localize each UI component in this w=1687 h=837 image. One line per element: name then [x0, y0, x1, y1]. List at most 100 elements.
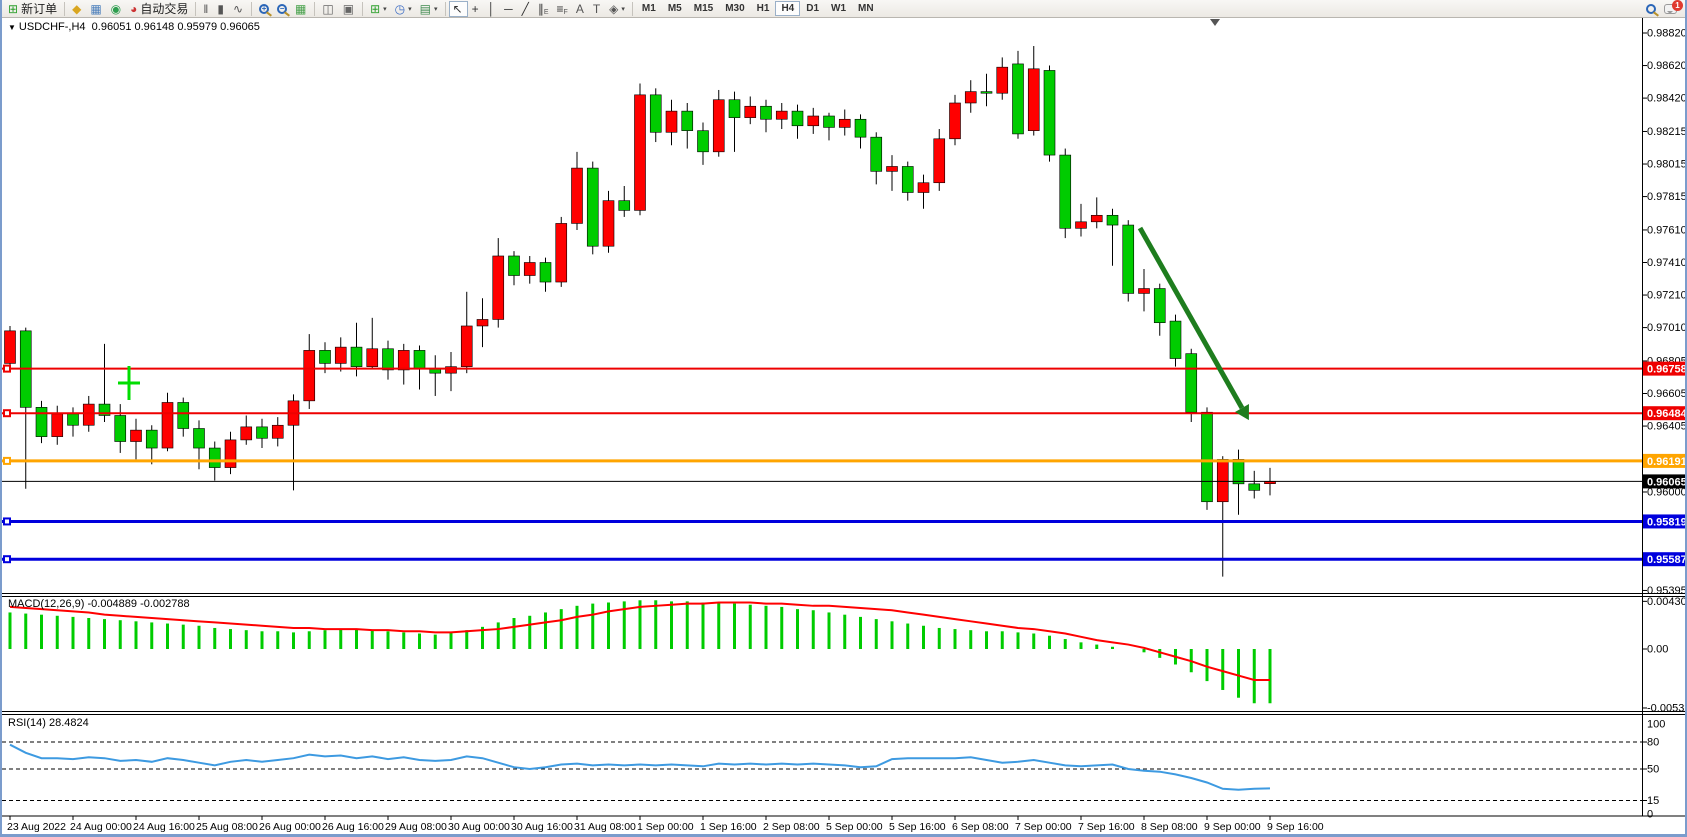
tile-windows-button[interactable]: ▦: [291, 1, 311, 17]
new-chart-button[interactable]: ⊞▾: [366, 1, 391, 17]
bar-chart-button[interactable]: ‖: [199, 1, 213, 17]
toolbar-separator: [195, 2, 196, 16]
svg-text:7 Sep 16:00: 7 Sep 16:00: [1078, 821, 1135, 833]
chat-icon[interactable]: 1: [1664, 4, 1677, 14]
macd-signal-value: -0.002788: [140, 598, 190, 610]
line-chart-icon: ∿: [233, 3, 243, 15]
timeframe-button-H4[interactable]: H4: [775, 1, 800, 16]
market-watch-button[interactable]: ◆: [68, 1, 86, 17]
navigator-button[interactable]: ◉: [107, 1, 126, 17]
data-window-button[interactable]: ▦: [86, 1, 106, 17]
horizontal-lines-layer[interactable]: 0.967580.964840.961910.960650.958190.955…: [2, 362, 1687, 567]
line-chart-button[interactable]: ∿: [229, 1, 248, 17]
svg-text:0.00: 0.00: [1647, 644, 1668, 656]
svg-text:9 Sep 16:00: 9 Sep 16:00: [1267, 821, 1324, 833]
navigator-icon: ◉: [111, 3, 121, 15]
svg-text:0.97210: 0.97210: [1647, 290, 1687, 302]
svg-text:29 Aug 08:00: 29 Aug 08:00: [385, 821, 447, 833]
candlestick-icon: ▮: [217, 3, 224, 15]
svg-text:5 Sep 00:00: 5 Sep 00:00: [826, 821, 883, 833]
period-button[interactable]: ◷▾: [391, 1, 416, 17]
timeframe-button-M30[interactable]: M30: [719, 1, 750, 16]
arrange-charts-button[interactable]: ◫: [318, 1, 338, 17]
mt4-window: ⊞新订单◆▦◉◕自动交易‖▮∿+−▦◫▣⊞▾◷▾▤▾↖+│─╱∥E≡FAT◈▾M…: [0, 0, 1687, 837]
svg-text:0.98420: 0.98420: [1647, 93, 1687, 105]
text-label-button[interactable]: T: [589, 1, 605, 17]
cursor-button[interactable]: ↖: [449, 1, 468, 17]
panel-borders: [2, 18, 1687, 816]
text-icon: A: [576, 3, 584, 15]
svg-text:8 Sep 08:00: 8 Sep 08:00: [1141, 821, 1198, 833]
timeframe-button-D1[interactable]: D1: [800, 1, 825, 16]
svg-text:0.96605: 0.96605: [1647, 388, 1687, 400]
vertical-line-icon: │: [488, 3, 496, 15]
timeframe-button-MN[interactable]: MN: [852, 1, 880, 16]
svg-text:0.97815: 0.97815: [1647, 191, 1687, 203]
svg-text:1 Sep 16:00: 1 Sep 16:00: [700, 821, 757, 833]
auto-trading-button[interactable]: ◕自动交易: [126, 1, 192, 17]
new-chart-icon: ⊞: [370, 3, 380, 15]
price-axis[interactable]: 0.988200.986200.984200.982150.980150.978…: [1642, 28, 1687, 597]
svg-text:31 Aug 08:00: 31 Aug 08:00: [574, 821, 636, 833]
plus-marker-annotation[interactable]: [118, 366, 140, 400]
chart-collapse-icon[interactable]: ▼: [8, 23, 16, 32]
macd-indicator-label: MACD(12,26,9) -0.004889 -0.002788: [8, 598, 190, 610]
template-icon: ▤: [420, 3, 431, 15]
ohlc-open: 0.96051: [92, 21, 132, 33]
new-order-button[interactable]: ⊞新订单: [4, 1, 61, 17]
svg-text:7 Sep 00:00: 7 Sep 00:00: [1015, 821, 1072, 833]
chevron-down-icon: ▾: [383, 5, 387, 13]
fibonacci-button[interactable]: ≡F: [553, 1, 572, 17]
zoom-in-button[interactable]: +: [255, 1, 273, 17]
annotations-layer[interactable]: [118, 228, 1249, 420]
chevron-down-icon: ▾: [408, 5, 412, 13]
toolbar-separator: [64, 2, 65, 16]
timeframe-button-M1[interactable]: M1: [636, 1, 662, 16]
timeframe-button-M15[interactable]: M15: [688, 1, 719, 16]
svg-text:0.96758: 0.96758: [1647, 364, 1687, 376]
svg-text:0.95587: 0.95587: [1647, 554, 1687, 566]
svg-text:0.96065: 0.96065: [1647, 476, 1687, 488]
zoom-out-icon: −: [277, 4, 287, 14]
text-button[interactable]: A: [572, 1, 589, 17]
crosshair-icon: +: [472, 3, 479, 15]
svg-text:5 Sep 16:00: 5 Sep 16:00: [889, 821, 946, 833]
data-window-icon: ▦: [90, 3, 101, 15]
chart-symbol-period: USDCHF-,H4: [19, 21, 86, 33]
search-icon[interactable]: [1646, 4, 1656, 14]
chart-canvas[interactable]: 0.988200.986200.984200.982150.980150.978…: [2, 0, 1687, 837]
svg-text:30 Aug 00:00: 30 Aug 00:00: [448, 821, 510, 833]
zoom-out-button[interactable]: −: [273, 1, 291, 17]
svg-text:23 Aug 2022: 23 Aug 2022: [7, 821, 66, 833]
toolbar: ⊞新订单◆▦◉◕自动交易‖▮∿+−▦◫▣⊞▾◷▾▤▾↖+│─╱∥E≡FAT◈▾M…: [2, 0, 1685, 18]
tile-windows-icon: ▦: [295, 3, 306, 15]
cascade-icon: ▣: [343, 3, 354, 15]
time-axis[interactable]: 23 Aug 202224 Aug 00:0024 Aug 16:0025 Au…: [7, 816, 1324, 833]
ohlc-close: 0.96065: [220, 21, 260, 33]
shapes-button[interactable]: ◈▾: [605, 1, 629, 17]
svg-text:1 Sep 00:00: 1 Sep 00:00: [637, 821, 694, 833]
timeframe-button-H1[interactable]: H1: [751, 1, 776, 16]
template-button[interactable]: ▤▾: [416, 1, 442, 17]
cursor-arrow-icon: ↖: [453, 3, 463, 15]
rsi-value: 28.4824: [49, 717, 89, 729]
toolbar-separator: [445, 2, 446, 16]
svg-text:26 Aug 00:00: 26 Aug 00:00: [259, 821, 321, 833]
svg-text:0.98620: 0.98620: [1647, 60, 1687, 72]
timeframe-button-M5[interactable]: M5: [662, 1, 688, 16]
vertical-line-button[interactable]: │: [484, 1, 501, 17]
trendline-button[interactable]: ╱: [518, 1, 534, 17]
horizontal-line-icon: ─: [504, 3, 513, 15]
horizontal-line-button[interactable]: ─: [500, 1, 518, 17]
svg-text:0.96484: 0.96484: [1647, 408, 1687, 420]
cascade-charts-button[interactable]: ▣: [339, 1, 359, 17]
svg-text:0.96191: 0.96191: [1647, 456, 1687, 468]
channel-button[interactable]: ∥E: [534, 1, 553, 17]
crosshair-button[interactable]: +: [468, 1, 484, 17]
svg-text:-0.005326: -0.005326: [1647, 702, 1687, 714]
toolbar-separator: [314, 2, 315, 16]
timeframe-button-W1[interactable]: W1: [825, 1, 852, 16]
clock-icon: ◷: [395, 3, 405, 15]
svg-text:30 Aug 16:00: 30 Aug 16:00: [511, 821, 573, 833]
candlestick-chart-button[interactable]: ▮: [213, 1, 229, 17]
